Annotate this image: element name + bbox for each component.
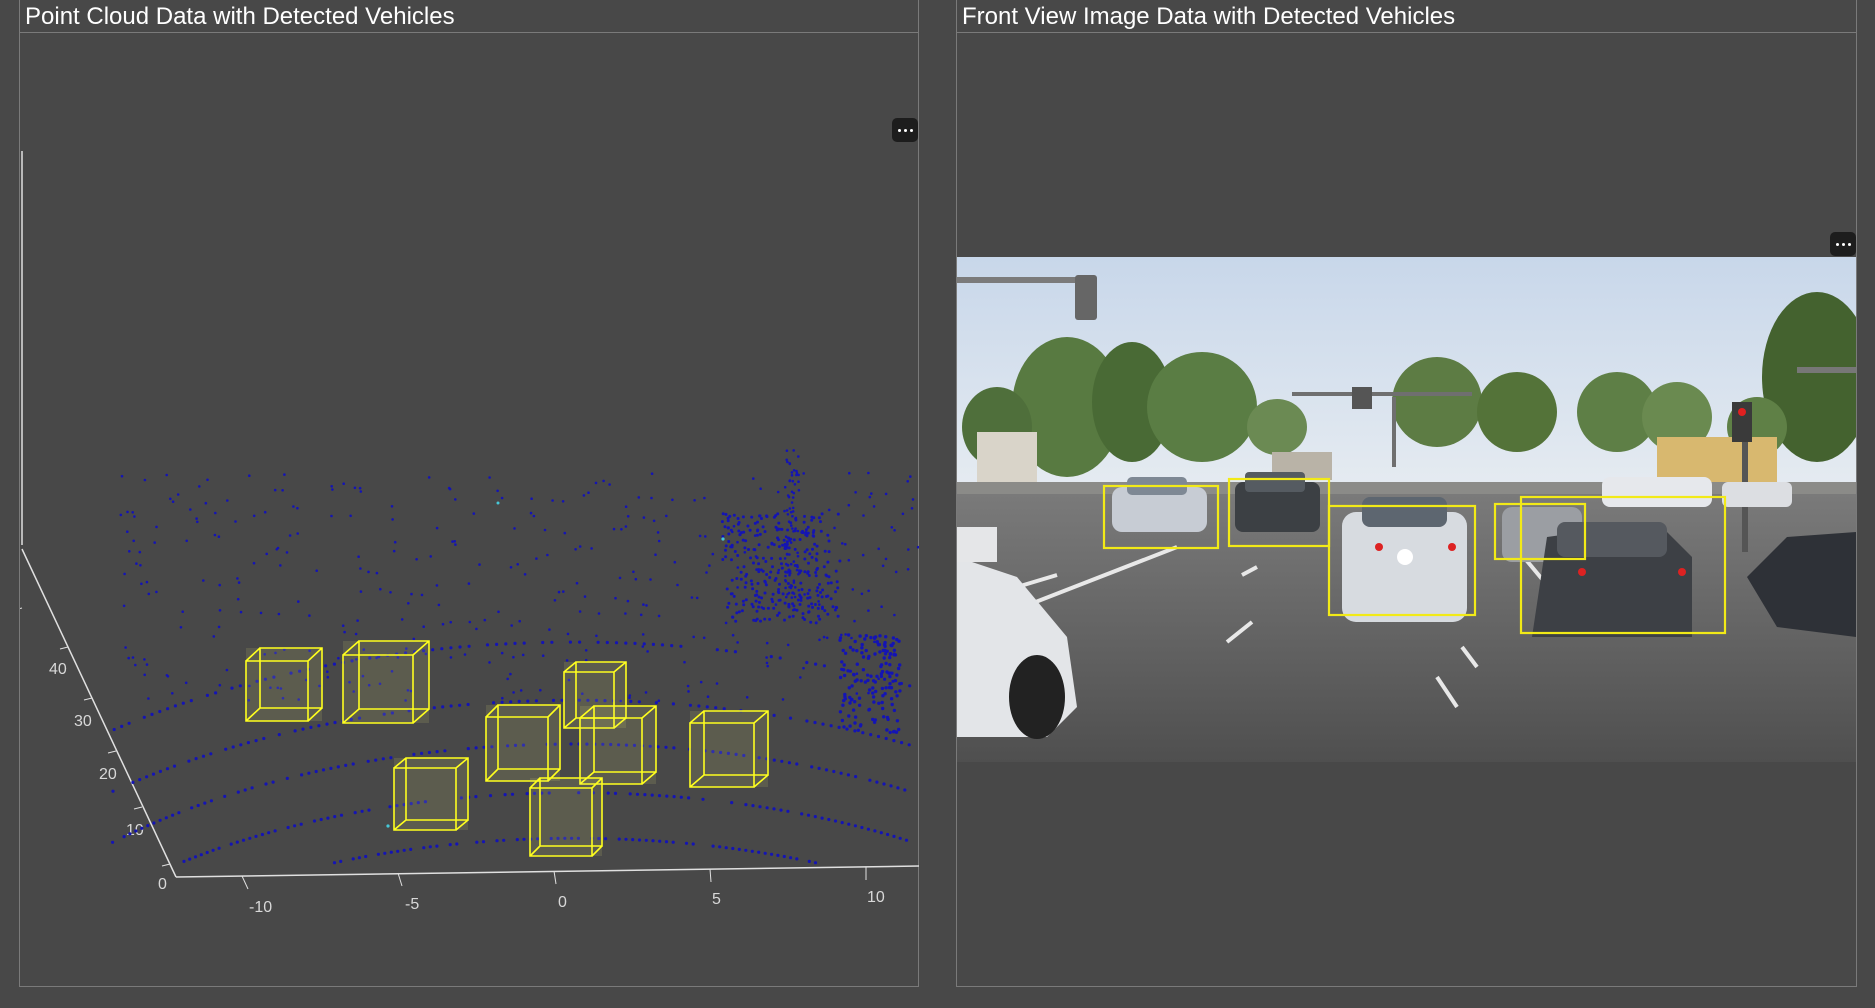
x-tick-label: 5 [712,891,721,908]
y-ticks: 0 10 20 30 40 [49,646,171,893]
y-axis-line [21,548,177,878]
x-tick-label: 10 [867,889,885,906]
front-view-panel: Front View Image Data with Detected Vehi… [956,0,1857,987]
point-cloud-plot[interactable]: 0 10 20 30 40 -10 -5 0 5 10 [20,33,919,986]
x-tick-label: -10 [249,899,272,916]
axes-toolbar-button[interactable] [1830,232,1856,256]
ellipsis-icon [1835,242,1839,246]
y-tick-label: 40 [49,661,67,678]
lidar-points [111,449,919,865]
y-tick-label: 30 [74,713,92,730]
front-view-title: Front View Image Data with Detected Vehi… [957,0,1856,33]
point-cloud-title: Point Cloud Data with Detected Vehicles [20,0,918,33]
x-axis-line [175,865,919,878]
y-tick-label: 20 [99,766,117,783]
x-tick-label: -5 [405,896,419,913]
y-tick-label: 0 [158,876,167,893]
camera-image [957,257,1856,762]
point-cloud-panel: Point Cloud Data with Detected Vehicles … [19,0,919,987]
x-tick-label: 0 [558,894,567,911]
vehicle-boxes-3d [245,640,769,857]
